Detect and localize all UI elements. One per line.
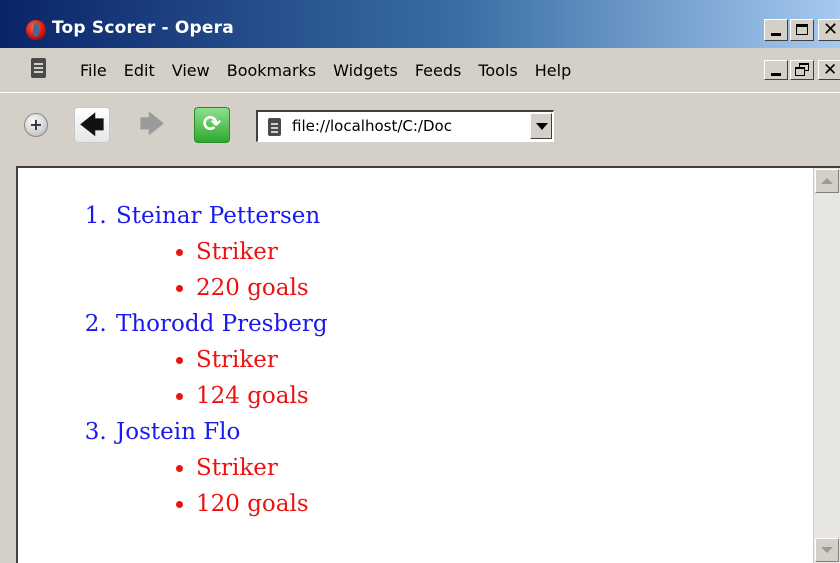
address-dropdown-button[interactable] xyxy=(530,113,552,139)
page-restore-button[interactable] xyxy=(790,60,814,80)
scorer-position: Striker xyxy=(196,342,328,378)
page-minimize-button[interactable] xyxy=(764,60,788,80)
menu-help[interactable]: Help xyxy=(535,61,571,80)
list-item: Thorodd Presberg Striker 124 goals xyxy=(114,306,328,414)
minimize-icon xyxy=(771,33,781,36)
menu-bar: File Edit View Bookmarks Widgets Feeds T… xyxy=(0,48,840,92)
minimize-icon xyxy=(771,73,781,76)
menu-widgets[interactable]: Widgets xyxy=(333,61,398,80)
menu-edit[interactable]: Edit xyxy=(124,61,155,80)
close-icon: ✕ xyxy=(823,19,839,40)
window-maximize-button[interactable] xyxy=(790,19,814,41)
scorer-name: Thorodd Presberg xyxy=(116,311,328,337)
page-close-button[interactable]: ✕ xyxy=(818,60,840,80)
scroll-up-button[interactable] xyxy=(815,169,839,193)
vertical-scrollbar[interactable] xyxy=(813,168,840,563)
menu-tools[interactable]: Tools xyxy=(478,61,517,80)
new-tab-button[interactable]: + xyxy=(24,113,48,137)
scorer-position: Striker xyxy=(196,234,328,270)
close-icon: ✕ xyxy=(823,60,838,80)
scroll-down-button[interactable] xyxy=(815,538,839,562)
menu-feeds[interactable]: Feeds xyxy=(415,61,462,80)
maximize-icon xyxy=(796,24,808,35)
reload-icon: ⟳ xyxy=(202,112,222,137)
window-title: Top Scorer - Opera xyxy=(52,18,234,38)
arrow-left-icon: 🡄 xyxy=(79,111,105,139)
scorer-name: Jostein Flo xyxy=(116,419,241,445)
document-icon xyxy=(268,118,281,136)
browser-window: Top Scorer - Opera ✕ File Edit View Book… xyxy=(0,0,840,563)
menu-items: File Edit View Bookmarks Widgets Feeds T… xyxy=(80,61,571,80)
scorer-goals: 120 goals xyxy=(196,486,328,522)
window-close-button[interactable]: ✕ xyxy=(818,19,840,41)
top-scorer-list: Steinar Pettersen Striker 220 goals Thor… xyxy=(18,198,328,522)
scorer-details: Striker 124 goals xyxy=(116,342,328,414)
back-button[interactable]: 🡄 xyxy=(74,107,110,143)
scorer-name: Steinar Pettersen xyxy=(116,203,321,229)
navigation-toolbar: + 🡄 🡆 ⟳ file://localhost/C:/Doc xyxy=(0,92,840,161)
scorer-details: Striker 220 goals xyxy=(116,234,328,306)
list-item: Steinar Pettersen Striker 220 goals xyxy=(114,198,328,306)
scorer-position: Striker xyxy=(196,450,328,486)
menu-file[interactable]: File xyxy=(80,61,107,80)
address-bar[interactable]: file://localhost/C:/Doc xyxy=(256,110,554,142)
menu-view[interactable]: View xyxy=(172,61,210,80)
window-minimize-button[interactable] xyxy=(764,19,788,41)
reload-button[interactable]: ⟳ xyxy=(194,107,230,143)
title-bar: Top Scorer - Opera ✕ xyxy=(0,0,840,48)
forward-button[interactable]: 🡆 xyxy=(134,107,170,143)
scorer-details: Striker 120 goals xyxy=(116,450,328,522)
list-item: Jostein Flo Striker 120 goals xyxy=(114,414,328,522)
page-viewport: Steinar Pettersen Striker 220 goals Thor… xyxy=(16,166,840,563)
opera-logo-icon xyxy=(26,20,46,40)
scorer-goals: 220 goals xyxy=(196,270,328,306)
scorer-goals: 124 goals xyxy=(196,378,328,414)
arrow-right-icon: 🡆 xyxy=(139,110,165,138)
document-menu-icon[interactable] xyxy=(31,58,46,78)
address-input[interactable]: file://localhost/C:/Doc xyxy=(292,117,514,135)
menu-bookmarks[interactable]: Bookmarks xyxy=(227,61,316,80)
plus-icon: + xyxy=(29,115,43,134)
